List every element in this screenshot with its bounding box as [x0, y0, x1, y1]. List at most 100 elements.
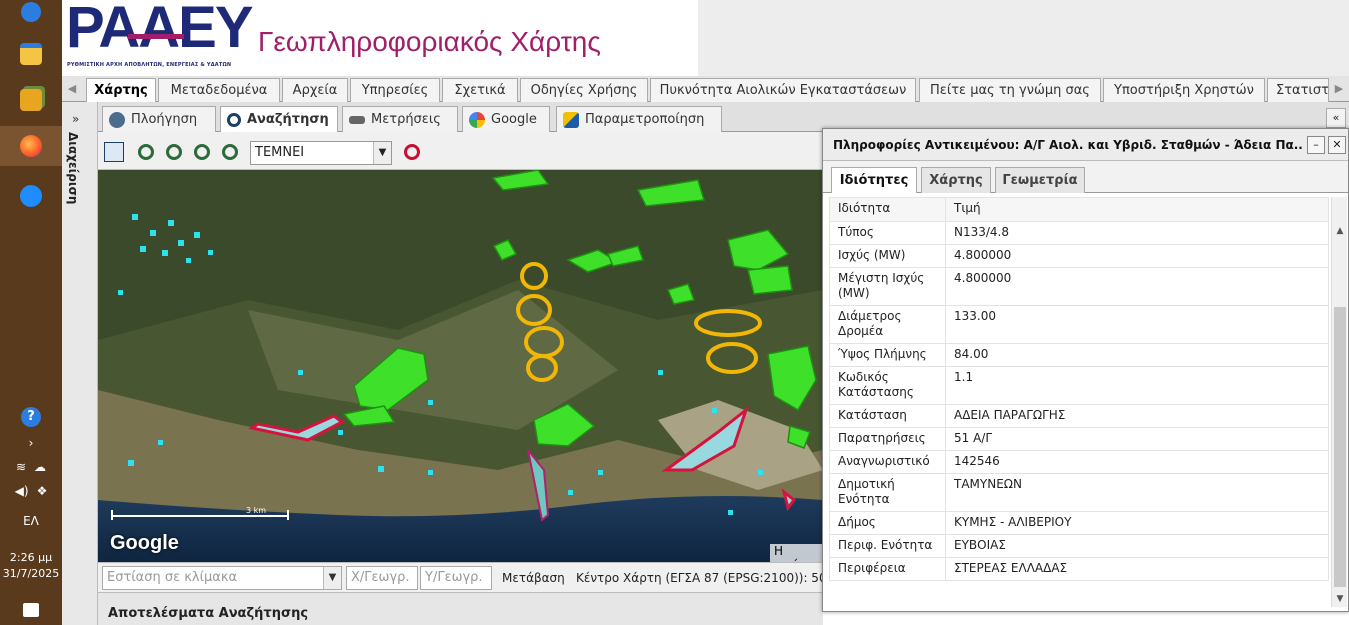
- table-row: Περιφ. Ενότητα ΕΥΒΟΙΑΣ: [829, 534, 1329, 558]
- raaey-logo[interactable]: ΡΑΑΕΥ: [66, 0, 254, 61]
- scroll-up-icon[interactable]: ▲: [1334, 225, 1346, 237]
- taskbar-messenger[interactable]: [0, 176, 62, 216]
- table-row: Κωδικός Κατάστασης 1.1: [829, 366, 1329, 405]
- app-round-icon: [21, 2, 41, 22]
- column-header-value[interactable]: Τιμή: [945, 197, 1329, 222]
- property-value: ΚΥΜΗΣ - ΑΛΙΒΕΡΙΟΥ: [945, 511, 1329, 535]
- search-results-title: Αποτελέσματα Αναζήτησης: [108, 606, 309, 621]
- table-header-row: Ιδιότητα Τιμή: [829, 197, 1329, 222]
- taskbar-firefox[interactable]: [0, 126, 62, 166]
- property-value: N133/4.8: [945, 221, 1329, 245]
- wifi-icon[interactable]: ≋: [16, 460, 26, 474]
- tabs-scroll-left-icon[interactable]: ◀: [64, 80, 80, 98]
- taskbar-app-top[interactable]: [0, 0, 62, 24]
- language-indicator[interactable]: ΕΛ: [0, 513, 62, 529]
- property-name: Κατάσταση: [829, 404, 946, 428]
- search-layer-value: ΤΕΜΝΕΙ: [255, 145, 305, 160]
- chevron-down-icon[interactable]: ▼: [323, 567, 341, 589]
- goto-button[interactable]: Μετάβαση: [502, 571, 565, 585]
- property-value: 4.800000: [945, 267, 1329, 306]
- left-collapsed-panel[interactable]: » Διαχείριση: [62, 102, 98, 625]
- tab-user-support[interactable]: Υποστήριξη Χρηστών: [1103, 78, 1265, 102]
- site-title: Γεωπληροφοριακός Χάρτης: [258, 26, 601, 57]
- tab-feedback[interactable]: Πείτε μας τη γνώμη σας: [919, 78, 1101, 102]
- subtab-google[interactable]: Google: [462, 106, 550, 132]
- subtab-measurements[interactable]: Μετρήσεις: [342, 106, 458, 132]
- property-value: 1.1: [945, 366, 1329, 405]
- logo-area: ΡΑΑΕΥ ΡΥΘΜΙΣΤΙΚΗ ΑΡΧΗ ΑΠΟΒΛΗΤΩΝ, ΕΝΕΡΓΕΙ…: [62, 0, 698, 76]
- info-window-title: Πληροφορίες Αντικειμένου: Α/Γ Αιολ. και …: [833, 138, 1303, 152]
- table-row: Δήμος ΚΥΜΗΣ - ΑΛΙΒΕΡΙΟΥ: [829, 511, 1329, 535]
- notification-icon[interactable]: [0, 600, 62, 620]
- table-scrollbar[interactable]: ▲ ▼: [1331, 197, 1347, 607]
- scale-zoom-input[interactable]: Εστίαση σε κλίμακα ▼: [102, 566, 342, 590]
- property-name: Διάμετρος Δρομέα: [829, 305, 946, 344]
- subtab-navigation-label: Πλοήγηση: [131, 112, 198, 127]
- subtab-search-label: Αναζήτηση: [247, 112, 329, 127]
- property-name: Κωδικός Κατάστασης: [829, 366, 946, 405]
- ruler-icon: [349, 115, 365, 124]
- tab-map[interactable]: Χάρτης: [86, 78, 156, 102]
- subtab-navigation[interactable]: Πλοήγηση: [102, 106, 216, 132]
- property-name: Δημοτική Ενότητα: [829, 473, 946, 512]
- subtab-search[interactable]: Αναζήτηση: [220, 106, 338, 132]
- y-coordinate-input[interactable]: Υ/Γεωγρ.: [420, 566, 492, 590]
- search-layer-select[interactable]: ΤΕΜΝΕΙ ▼: [250, 141, 392, 165]
- search-point-icon[interactable]: [138, 144, 154, 160]
- tabs-scroll-right-icon[interactable]: ▶: [1331, 80, 1347, 98]
- app-root: ? › ≋ ☁ ◀) ❖ ΕΛ 2:26 μμ 31/7/2025 ΡΑΑΕΥ …: [0, 0, 1349, 625]
- table-row: Δημοτική Ενότητα ΤΑΜΥΝΕΩΝ: [829, 473, 1329, 512]
- table-row: Ύψος Πλήμνης 84.00: [829, 343, 1329, 367]
- search-line-icon[interactable]: [166, 144, 182, 160]
- info-tool-icon[interactable]: [104, 142, 124, 162]
- firefox-icon: [20, 135, 42, 157]
- subtab-google-label: Google: [491, 112, 537, 127]
- tab-statistics[interactable]: Στατιστ: [1267, 78, 1329, 102]
- chevron-down-icon[interactable]: ▼: [373, 142, 391, 164]
- tab-about[interactable]: Σχετικά: [442, 78, 518, 102]
- magnifier-icon: [227, 112, 241, 127]
- tab-wind-density[interactable]: Πυκνότητα Αιολικών Εγκαταστάσεων: [650, 78, 916, 102]
- scroll-down-icon[interactable]: ▼: [1334, 593, 1346, 605]
- map-center-readout: Κέντρο Χάρτη (ΕΓΣΑ 87 (EPSG:2100)): 50: [576, 571, 822, 585]
- speaker-icon[interactable]: ◀): [15, 484, 29, 498]
- tab-geometry[interactable]: Γεωμετρία: [995, 167, 1085, 193]
- tab-files[interactable]: Αρχεία: [282, 78, 348, 102]
- tab-properties[interactable]: Ιδιότητες: [831, 167, 917, 193]
- x-coordinate-input[interactable]: Χ/Γεωγρ.: [346, 566, 418, 590]
- chevron-right-icon[interactable]: ›: [0, 434, 62, 452]
- taskbar-file-explorer[interactable]: [0, 34, 62, 74]
- dropbox-icon[interactable]: ❖: [37, 484, 48, 498]
- expand-chevron-icon[interactable]: »: [72, 112, 79, 126]
- hand-icon: [109, 111, 125, 128]
- tab-info-map[interactable]: Χάρτης: [921, 167, 991, 193]
- column-header-property[interactable]: Ιδιότητα: [829, 197, 946, 222]
- table-row: Διάμετρος Δρομέα 133.00: [829, 305, 1329, 344]
- right-panel-toggle[interactable]: «: [1326, 108, 1346, 128]
- cloud-icon[interactable]: ☁: [34, 460, 46, 474]
- info-window-tabs: Ιδιότητες Χάρτης Γεωμετρία: [823, 161, 1348, 193]
- subtab-settings[interactable]: Παραμετροποίηση: [556, 106, 722, 132]
- property-value: 4.800000: [945, 244, 1329, 268]
- search-polygon-icon[interactable]: [222, 144, 238, 160]
- minimize-icon[interactable]: –: [1307, 136, 1325, 154]
- close-icon[interactable]: ✕: [1328, 136, 1346, 154]
- search-results-panel[interactable]: Αποτελέσματα Αναζήτησης: [98, 592, 823, 625]
- property-value: 133.00: [945, 305, 1329, 344]
- map-canvas[interactable]: 3 km Google Η εικόνα: [98, 170, 823, 562]
- tab-services[interactable]: Υπηρεσίες: [350, 78, 440, 102]
- search-rectangle-icon[interactable]: [194, 144, 210, 160]
- taskbar-app-stack[interactable]: [0, 80, 62, 120]
- scroll-thumb[interactable]: [1334, 307, 1346, 587]
- tab-user-guide[interactable]: Οδηγίες Χρήσης: [520, 78, 648, 102]
- windows-taskbar: ? › ≋ ☁ ◀) ❖ ΕΛ 2:26 μμ 31/7/2025: [0, 0, 62, 625]
- clock-date[interactable]: 31/7/2025: [0, 566, 62, 581]
- clock-time[interactable]: 2:26 μμ: [0, 550, 62, 565]
- management-panel-label[interactable]: Διαχείριση: [66, 132, 80, 204]
- help-icon[interactable]: ?: [0, 406, 62, 428]
- clear-search-icon[interactable]: [404, 144, 420, 160]
- search-toolbar: ΤΕΜΝΕΙ ▼: [98, 132, 828, 170]
- tab-metadata[interactable]: Μεταδεδομένα: [158, 78, 280, 102]
- imagery-credit[interactable]: Η εικόνα: [770, 544, 823, 562]
- info-window-titlebar[interactable]: Πληροφορίες Αντικειμένου: Α/Γ Αιολ. και …: [823, 129, 1348, 161]
